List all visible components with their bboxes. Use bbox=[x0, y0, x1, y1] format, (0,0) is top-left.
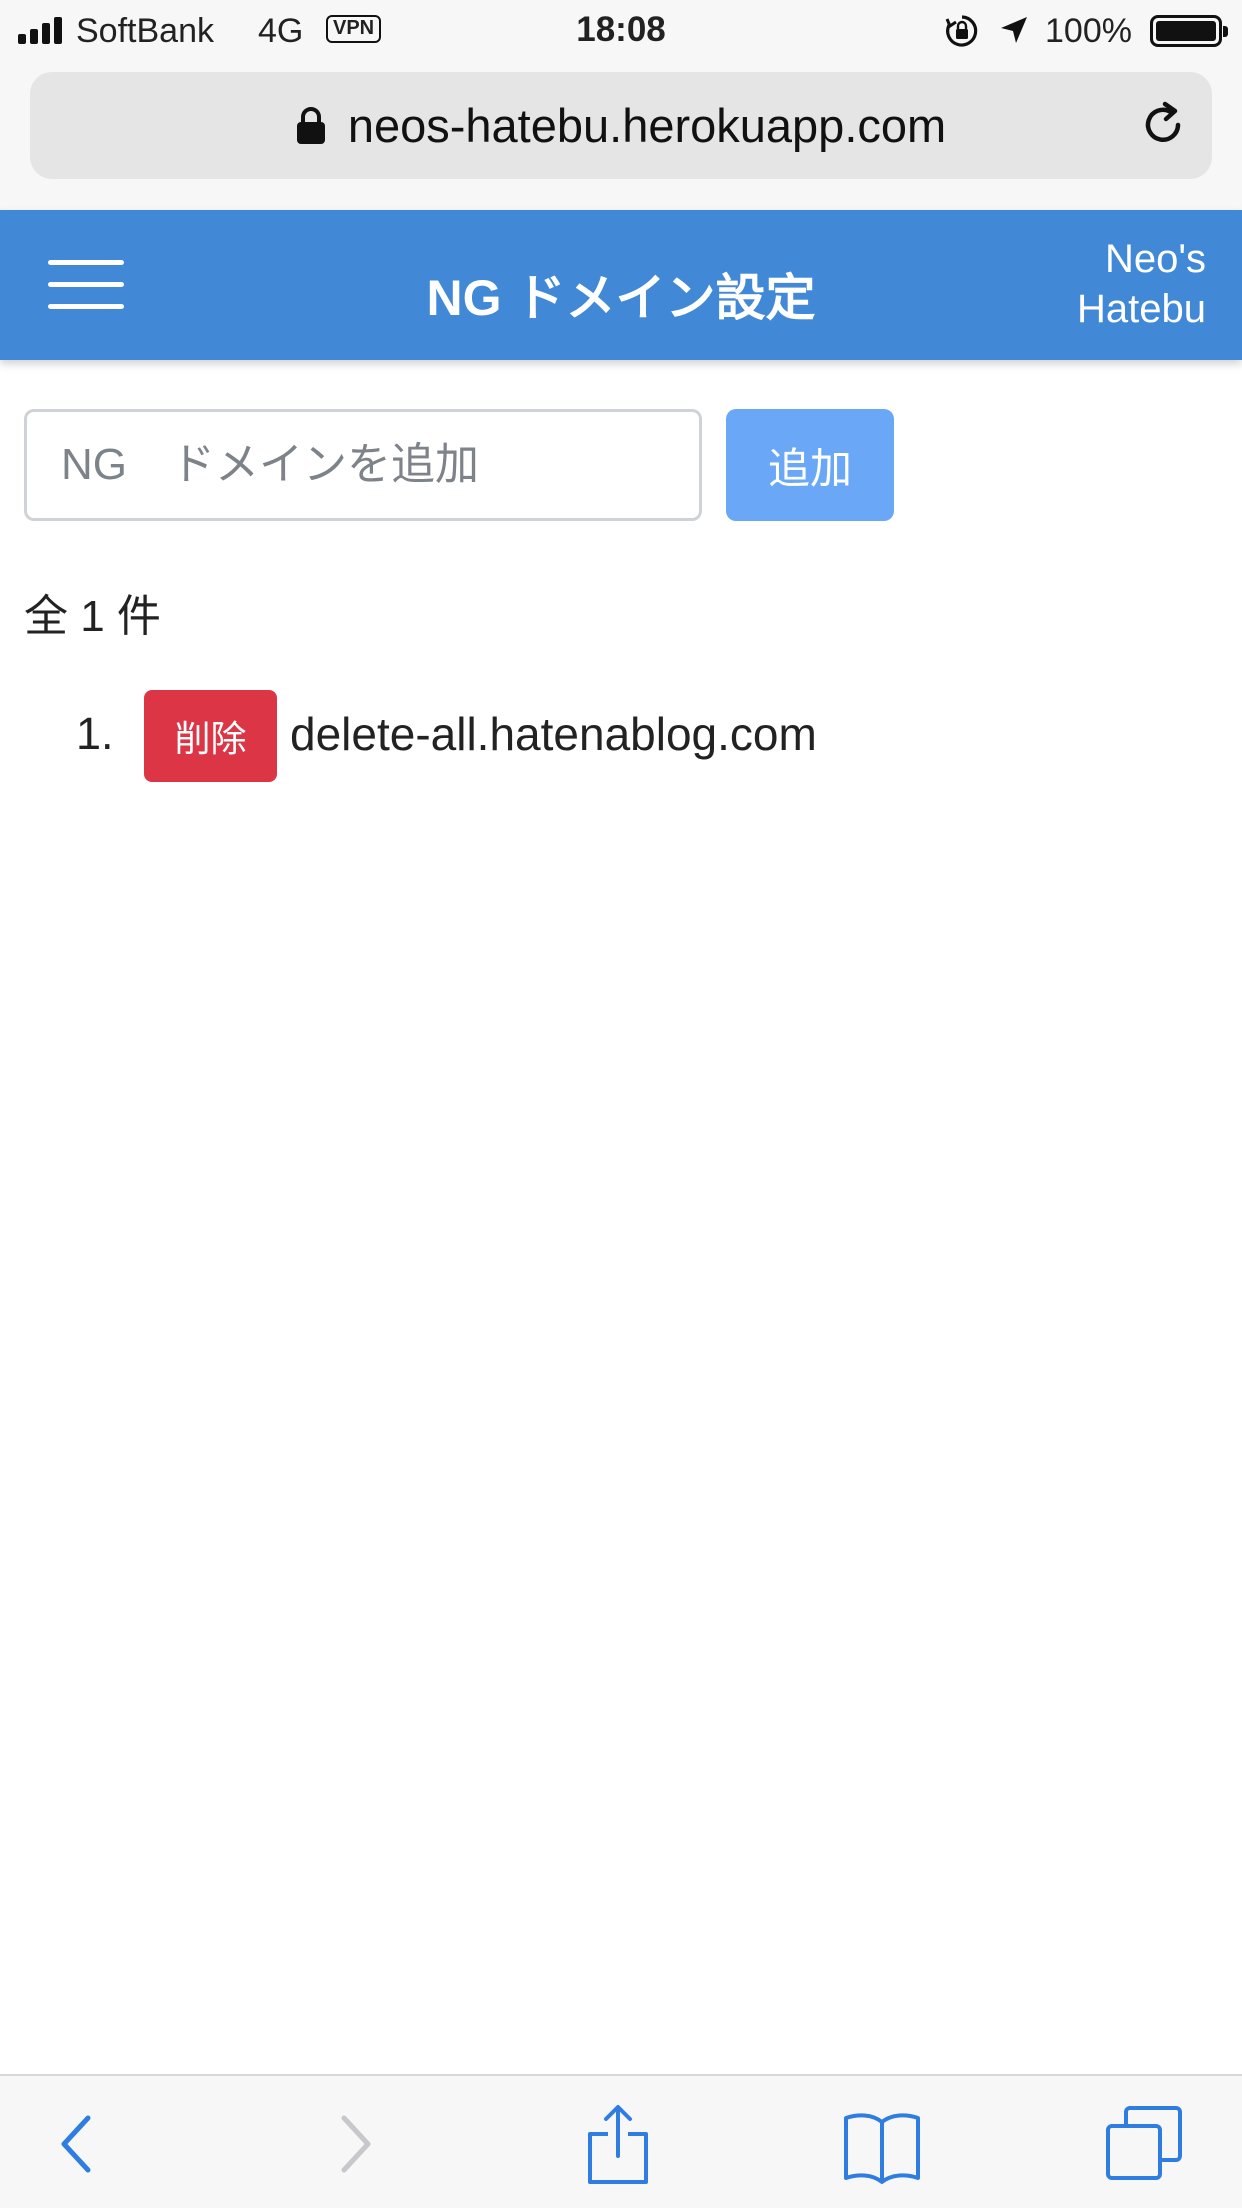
ng-domain-list: 1. 削除 delete-all.hatenablog.com bbox=[0, 690, 1242, 782]
address-bar[interactable]: neos-hatebu.herokuapp.com bbox=[30, 72, 1212, 179]
brand-line-2: Hatebu bbox=[1077, 287, 1206, 331]
delete-button[interactable]: 削除 bbox=[144, 690, 277, 782]
forward-icon[interactable] bbox=[312, 2104, 392, 2184]
battery-icon bbox=[1150, 15, 1228, 47]
lock-icon bbox=[296, 106, 325, 144]
reload-icon[interactable] bbox=[1138, 100, 1188, 150]
location-arrow-icon bbox=[1001, 17, 1027, 43]
bookmarks-icon[interactable] bbox=[842, 2104, 922, 2184]
page-title: NG ドメイン設定 bbox=[426, 270, 816, 326]
browser-address-area: neos-hatebu.herokuapp.com bbox=[0, 62, 1242, 210]
share-icon[interactable] bbox=[578, 2104, 658, 2184]
brand-link[interactable]: Neo's Hatebu bbox=[1077, 234, 1206, 334]
app-header: NG ドメイン設定 Neo's Hatebu bbox=[0, 210, 1242, 360]
back-icon[interactable] bbox=[40, 2104, 120, 2184]
status-bar: SoftBank 4G VPN 18:08 100% bbox=[0, 0, 1242, 62]
domain-text: delete-all.hatenablog.com bbox=[290, 708, 817, 760]
ng-domain-input[interactable] bbox=[24, 409, 702, 521]
brand-line-1: Neo's bbox=[1104, 237, 1206, 281]
item-index: 1. bbox=[76, 708, 114, 759]
list-item: 1. 削除 delete-all.hatenablog.com bbox=[0, 690, 1242, 782]
rotation-lock-icon bbox=[945, 15, 978, 47]
add-button[interactable]: 追加 bbox=[726, 409, 894, 521]
tabs-icon[interactable] bbox=[1104, 2104, 1184, 2184]
url-text[interactable]: neos-hatebu.herokuapp.com bbox=[348, 98, 946, 153]
browser-toolbar bbox=[0, 2074, 1242, 2208]
battery-percentage: 100% bbox=[1045, 12, 1132, 50]
total-count: 全 1 件 bbox=[24, 592, 161, 641]
